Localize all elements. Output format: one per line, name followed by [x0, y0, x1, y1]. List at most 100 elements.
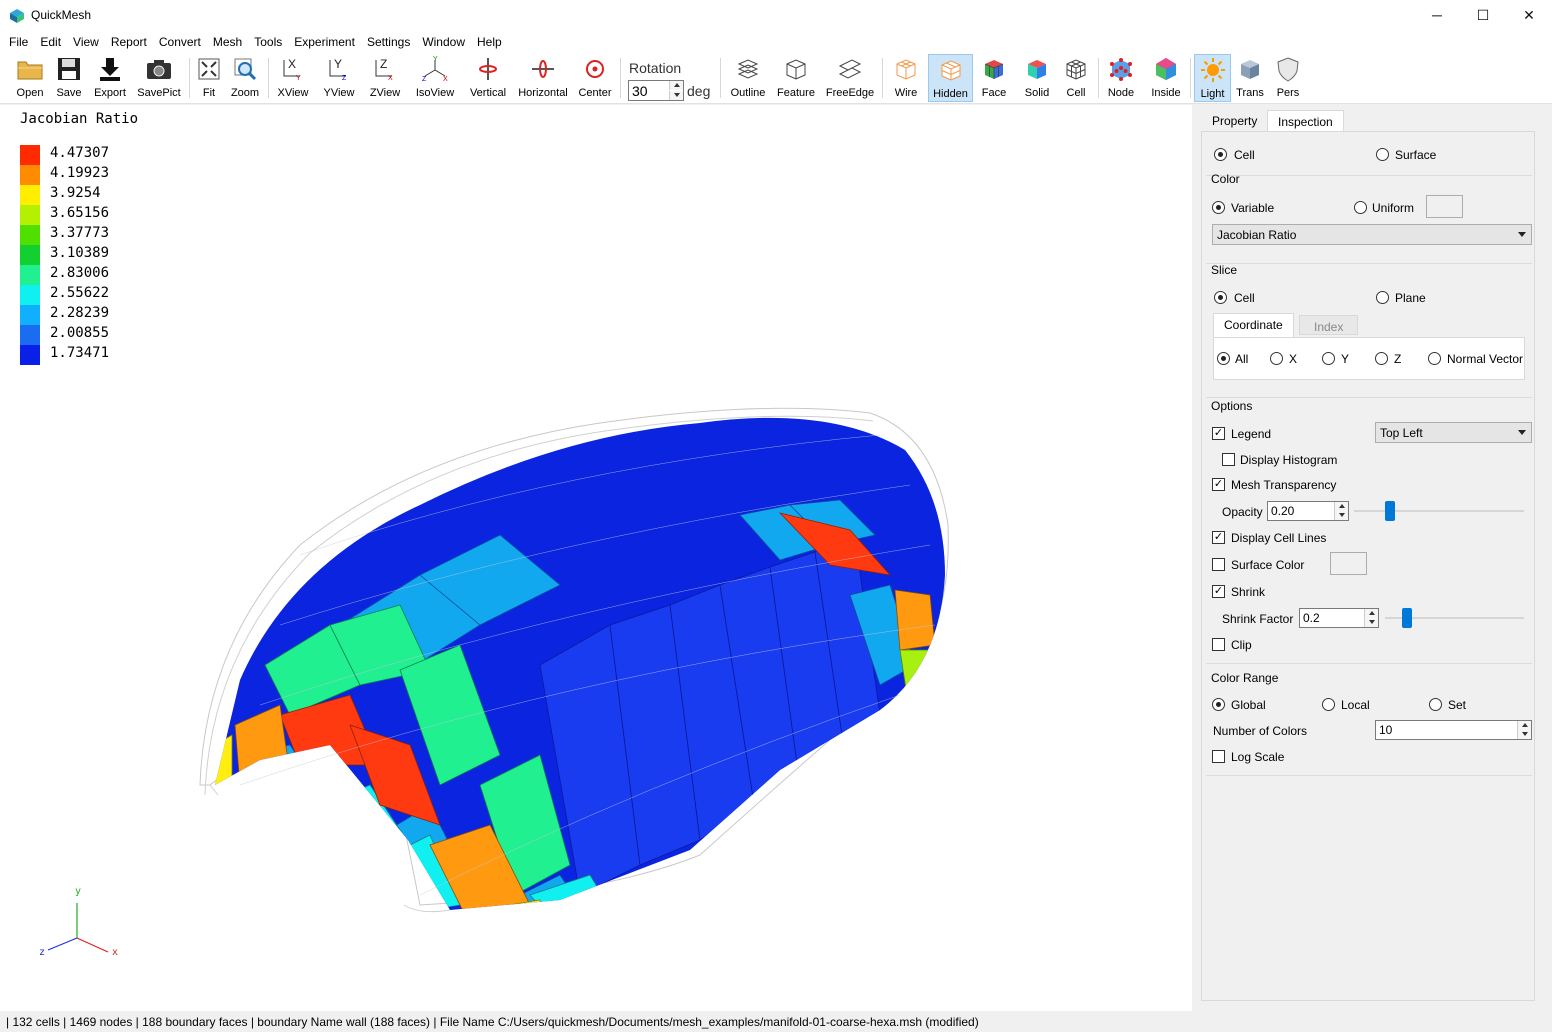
horizontal-rotate-button[interactable]: Horizontal [516, 54, 570, 102]
variable-select[interactable]: Jacobian Ratio [1212, 224, 1532, 245]
log-scale-label: Log Scale [1231, 750, 1285, 764]
range-local-radio[interactable] [1322, 698, 1335, 711]
horizontal-rotate-icon [532, 60, 554, 78]
spin-down-icon[interactable] [1364, 618, 1378, 627]
maximize-button[interactable]: ☐ [1460, 0, 1506, 30]
surface-color-label: Surface Color [1231, 558, 1305, 572]
render-viewport[interactable]: Jacobian Ratio 4.47307 4.19923 3.9254 3.651… [0, 105, 1192, 1011]
shrink-factor-slider-thumb[interactable] [1402, 608, 1412, 628]
svg-text:Y: Y [433, 56, 438, 63]
fit-view-icon [198, 58, 220, 80]
coord-normal-radio[interactable] [1428, 352, 1441, 365]
wire-button[interactable]: Wire [888, 54, 924, 102]
cell-button[interactable]: Cell [1062, 54, 1090, 102]
vertical-rotate-button[interactable]: Vertical [466, 54, 510, 102]
mode-surface-radio[interactable] [1376, 148, 1389, 161]
mode-cell-radio[interactable] [1214, 148, 1227, 161]
menu-experiment[interactable]: Experiment [288, 32, 361, 52]
legend-checkbox[interactable]: ✓ [1212, 427, 1225, 440]
coord-y-radio[interactable] [1322, 352, 1335, 365]
hidden-line-cube-icon [941, 60, 960, 81]
feature-button[interactable]: Feature [774, 54, 818, 102]
export-button[interactable]: Export [90, 54, 130, 102]
menu-view[interactable]: View [67, 32, 105, 52]
chevron-down-icon [1518, 232, 1526, 237]
menu-file[interactable]: File [3, 32, 34, 52]
opacity-slider-thumb[interactable] [1385, 501, 1395, 521]
face-cube-icon [984, 60, 1004, 79]
spin-up-icon[interactable] [1334, 502, 1348, 511]
close-button[interactable]: ✕ [1506, 0, 1552, 30]
zoom-button[interactable]: Zoom [228, 54, 262, 102]
opacity-slider[interactable] [1354, 510, 1524, 512]
y-view-button[interactable]: YZ YView [320, 54, 358, 102]
mesh-transparency-checkbox[interactable]: ✓ [1212, 478, 1225, 491]
free-edge-button[interactable]: FreeEdge [824, 54, 876, 102]
slice-plane-radio[interactable] [1376, 291, 1389, 304]
node-button[interactable]: Node [1104, 54, 1138, 102]
save-picture-button[interactable]: SavePict [136, 54, 182, 102]
x-view-button[interactable]: XY XView [274, 54, 312, 102]
subtab-coordinate[interactable]: Coordinate [1213, 313, 1294, 337]
section-divider [1206, 397, 1532, 398]
menu-help[interactable]: Help [471, 32, 508, 52]
open-button[interactable]: Open [12, 54, 48, 102]
shrink-checkbox[interactable]: ✓ [1212, 585, 1225, 598]
spin-up-icon[interactable] [1517, 721, 1531, 730]
range-global-radio[interactable] [1212, 698, 1225, 711]
legend-position-select[interactable]: Top Left [1375, 422, 1532, 443]
tab-property[interactable]: Property [1202, 110, 1267, 132]
solid-button[interactable]: Solid [1020, 54, 1054, 102]
coord-z-radio[interactable] [1375, 352, 1388, 365]
range-set-radio[interactable] [1429, 698, 1442, 711]
menu-settings[interactable]: Settings [361, 32, 416, 52]
slice-cell-radio[interactable] [1214, 291, 1227, 304]
log-scale-checkbox[interactable] [1212, 750, 1225, 763]
subtab-index[interactable]: Index [1299, 315, 1359, 335]
surface-color-checkbox[interactable] [1212, 558, 1225, 571]
spin-up-icon[interactable] [669, 81, 683, 90]
menu-tools[interactable]: Tools [248, 32, 288, 52]
face-button[interactable]: Face [978, 54, 1010, 102]
menu-window[interactable]: Window [416, 32, 471, 52]
transparency-button[interactable]: Trans [1234, 54, 1266, 102]
hidden-button[interactable]: Hidden [928, 54, 973, 102]
opacity-input[interactable]: 0.20 [1267, 501, 1349, 521]
menu-convert[interactable]: Convert [153, 32, 207, 52]
toolbar-separator [882, 58, 883, 98]
menu-edit[interactable]: Edit [34, 32, 67, 52]
coord-x-radio[interactable] [1270, 352, 1283, 365]
coord-all-radio[interactable] [1217, 352, 1230, 365]
outline-button[interactable]: Outline [728, 54, 768, 102]
perspective-button[interactable]: Pers [1272, 54, 1304, 102]
display-cell-lines-checkbox[interactable]: ✓ [1212, 531, 1225, 544]
color-uniform-radio[interactable] [1354, 201, 1367, 214]
svg-text:Y: Y [334, 57, 342, 71]
tab-inspection[interactable]: Inspection [1267, 110, 1344, 132]
minimize-button[interactable]: ─ [1414, 0, 1460, 30]
number-of-colors-input[interactable]: 10 [1375, 720, 1532, 740]
svg-text:Z: Z [422, 76, 427, 82]
status-bar: | 132 cells | 1469 nodes | 188 boundary … [0, 1012, 1552, 1032]
menu-mesh[interactable]: Mesh [207, 32, 248, 52]
surface-color-swatch[interactable] [1330, 552, 1367, 575]
z-view-button[interactable]: ZX ZView [366, 54, 404, 102]
menu-report[interactable]: Report [105, 32, 153, 52]
shrink-factor-input[interactable]: 0.2 [1299, 608, 1379, 628]
spin-down-icon[interactable] [669, 91, 683, 100]
rotation-angle-input[interactable]: 30 [628, 80, 684, 101]
center-rotate-button[interactable]: Center [576, 54, 614, 102]
color-variable-radio[interactable] [1212, 201, 1225, 214]
spin-down-icon[interactable] [1334, 511, 1348, 520]
spin-down-icon[interactable] [1517, 730, 1531, 739]
iso-view-button[interactable]: YZX IsoView [412, 54, 458, 102]
fit-button[interactable]: Fit [196, 54, 222, 102]
spin-up-icon[interactable] [1364, 609, 1378, 618]
uniform-color-swatch[interactable] [1426, 195, 1463, 218]
y-axis-label: y [75, 886, 82, 897]
display-histogram-checkbox[interactable] [1222, 453, 1235, 466]
clip-checkbox[interactable] [1212, 638, 1225, 651]
save-button[interactable]: Save [52, 54, 86, 102]
light-button[interactable]: Light [1194, 54, 1231, 102]
inside-button[interactable]: Inside [1148, 54, 1184, 102]
